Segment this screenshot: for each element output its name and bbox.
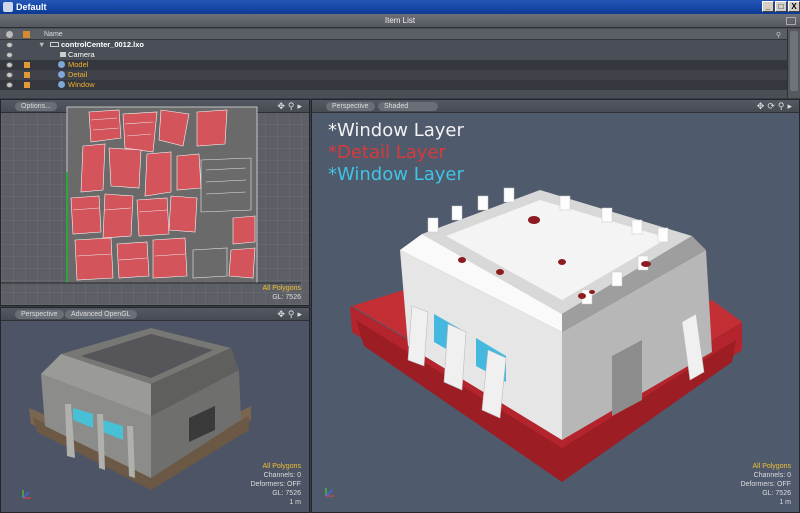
list-item-scene[interactable]: ▼ controlCenter_0012.lxo [0, 40, 787, 50]
hud-deformers: Deformers: OFF [740, 481, 791, 488]
small-perspective-viewport[interactable]: Perspective Advanced OpenGL ✥⚲▸ All Poly… [0, 307, 310, 513]
axis-gizmo-icon [325, 488, 334, 497]
window-item-label: Window [58, 80, 95, 90]
item-list-scrollbar[interactable] [787, 29, 800, 98]
close-button[interactable]: X [788, 1, 800, 12]
lock-icon[interactable] [24, 62, 30, 68]
list-item-model[interactable]: Model [0, 60, 787, 70]
item-list-panel: Item List Name ⚲ ▼ controlCenter_0012.lx… [0, 14, 800, 98]
minimize-button[interactable]: _ [762, 1, 774, 12]
hud-scale: 1 m [779, 499, 791, 506]
item-list-header: Item List [0, 14, 800, 28]
model-item-label: Model [58, 60, 88, 70]
eye-icon[interactable] [6, 42, 13, 48]
main-perspective-viewport[interactable]: Perspective Shaded ✥⟳⚲▸ *Window Layer *D… [311, 99, 800, 513]
camera-item-label: Camera [60, 50, 95, 60]
lock-icon[interactable] [24, 72, 30, 78]
hud-gl: GL: 7526 [762, 490, 791, 497]
eye-icon[interactable] [6, 52, 13, 58]
shaded-bunker-render [350, 187, 742, 482]
hud-scale: 1 m [289, 499, 301, 506]
hud-polygons: All Polygons [262, 463, 301, 470]
panel-menu-icon[interactable] [786, 17, 796, 25]
uv-hud: All Polygons GL: 7526 [262, 284, 301, 302]
main-viewport-hud: All Polygons Channels: 0 Deformers: OFF … [740, 462, 791, 507]
uv-gl-count: GL: 7526 [272, 294, 301, 301]
visibility-column-icon[interactable] [6, 31, 13, 38]
uv-polygons-label: All Polygons [262, 285, 301, 292]
item-list-title: Item List [384, 16, 416, 25]
hud-polygons: All Polygons [752, 463, 791, 470]
list-item-window[interactable]: Window [0, 80, 787, 90]
scrollbar-thumb[interactable] [790, 31, 798, 91]
uv-map-canvas [1, 106, 309, 305]
mesh-icon [58, 81, 65, 88]
small-viewport-hud: All Polygons Channels: 0 Deformers: OFF … [250, 462, 301, 507]
hud-channels: Channels: 0 [753, 472, 791, 479]
list-item-camera[interactable]: Camera [0, 50, 787, 60]
uv-viewport[interactable]: Options... ✥⚲▸ All Polygons GL: 7526 [0, 99, 310, 306]
eye-icon[interactable] [6, 82, 13, 88]
eye-icon[interactable] [6, 62, 13, 68]
collapse-arrow-icon[interactable]: ▼ [38, 40, 45, 50]
mesh-icon [58, 61, 65, 68]
scene-file-label: controlCenter_0012.lxo [50, 40, 144, 50]
axis-gizmo-icon [22, 490, 31, 499]
list-item-detail[interactable]: Detail [0, 70, 787, 80]
camera-icon [60, 52, 66, 57]
app-window: Default _ □ X Item List Name ⚲ ▼ control… [0, 0, 800, 513]
detail-item-label: Detail [58, 70, 87, 80]
name-column-header[interactable]: Name [44, 29, 63, 40]
eye-icon[interactable] [6, 72, 13, 78]
lock-column-icon[interactable] [23, 31, 30, 38]
app-icon [3, 2, 13, 12]
title-bar: Default _ □ X [0, 0, 800, 14]
window-title: Default [16, 2, 47, 12]
lock-icon[interactable] [24, 82, 30, 88]
item-list-columns: Name ⚲ [0, 29, 787, 40]
hud-deformers: Deformers: OFF [250, 481, 301, 488]
hud-channels: Channels: 0 [263, 472, 301, 479]
hud-gl: GL: 7526 [272, 490, 301, 497]
maximize-button[interactable]: □ [775, 1, 787, 12]
mesh-icon [58, 71, 65, 78]
